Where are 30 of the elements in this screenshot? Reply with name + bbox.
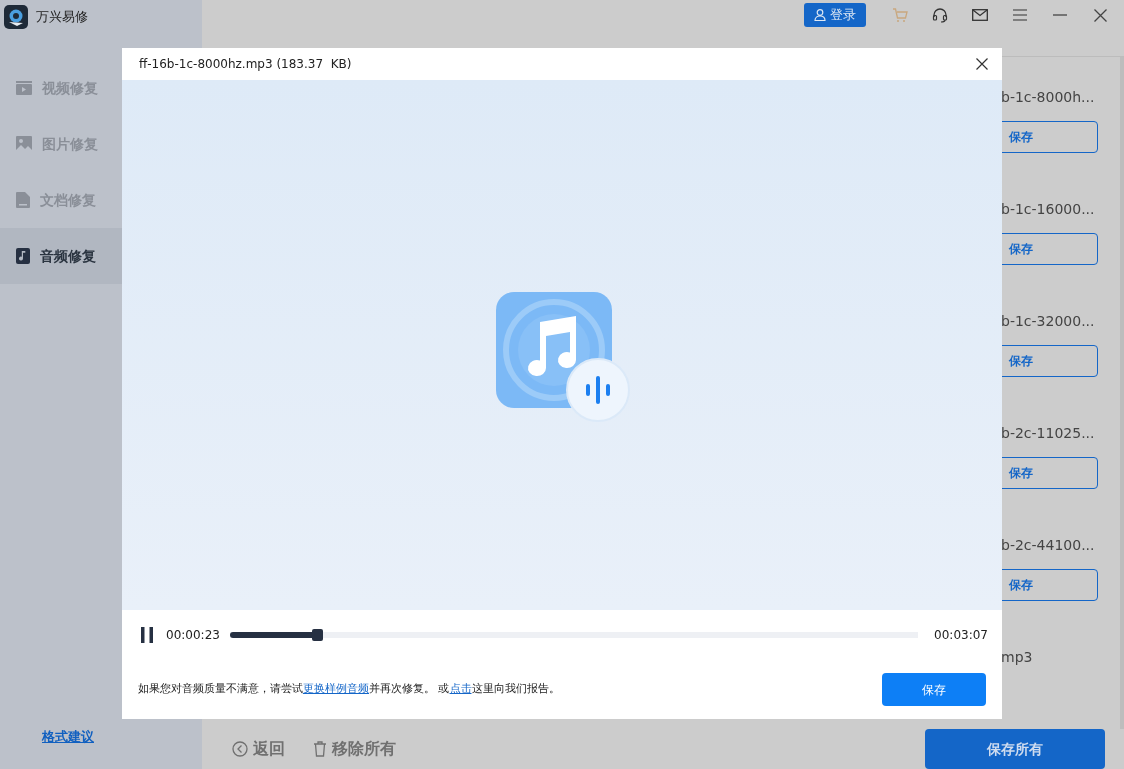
notice-text: 如果您对音频质量不满意，请尝试更换样例音频并再次修复。 或点击这里向我们报告。 <box>138 681 560 698</box>
dialog-title: ff-16b-1c-8000hz.mp3 (183.37 KB) <box>139 56 352 73</box>
notice-link[interactable]: 点击 <box>449 682 472 696</box>
app-title: 万兴易修 <box>36 7 88 26</box>
audio-icon <box>16 248 30 264</box>
file-name: b-1c-16000... <box>1000 200 1096 219</box>
login-button[interactable]: 登录 <box>804 3 866 27</box>
back-button[interactable]: 返回 <box>232 737 285 761</box>
progress-handle[interactable] <box>312 629 323 641</box>
save-button[interactable]: 保存 <box>882 673 986 706</box>
notice-link[interactable]: 更换样例音频 <box>303 682 369 696</box>
file-name: b-2c-44100... <box>1000 536 1096 555</box>
progress-track[interactable] <box>229 629 919 641</box>
file-name: b-1c-8000h... <box>1000 88 1096 107</box>
elapsed-time: 00:00:23 <box>166 627 220 644</box>
total-time: 00:03:07 <box>934 627 988 644</box>
document-icon <box>16 192 30 208</box>
save-all-button[interactable]: 保存所有 <box>925 729 1105 769</box>
file-name: b-2c-11025... <box>1000 424 1096 443</box>
pause-icon[interactable] <box>138 625 156 645</box>
trash-icon <box>313 741 327 757</box>
file-name: mp3 <box>1000 648 1034 667</box>
person-icon <box>814 9 826 21</box>
back-icon <box>232 741 248 757</box>
file-name: b-1c-32000... <box>1000 312 1096 331</box>
video-icon <box>16 81 32 95</box>
app-logo-icon <box>4 4 28 29</box>
format-suggestion-link[interactable]: 格式建议 <box>42 727 94 747</box>
image-icon <box>16 136 32 152</box>
remove-all-button[interactable]: 移除所有 <box>313 737 396 761</box>
